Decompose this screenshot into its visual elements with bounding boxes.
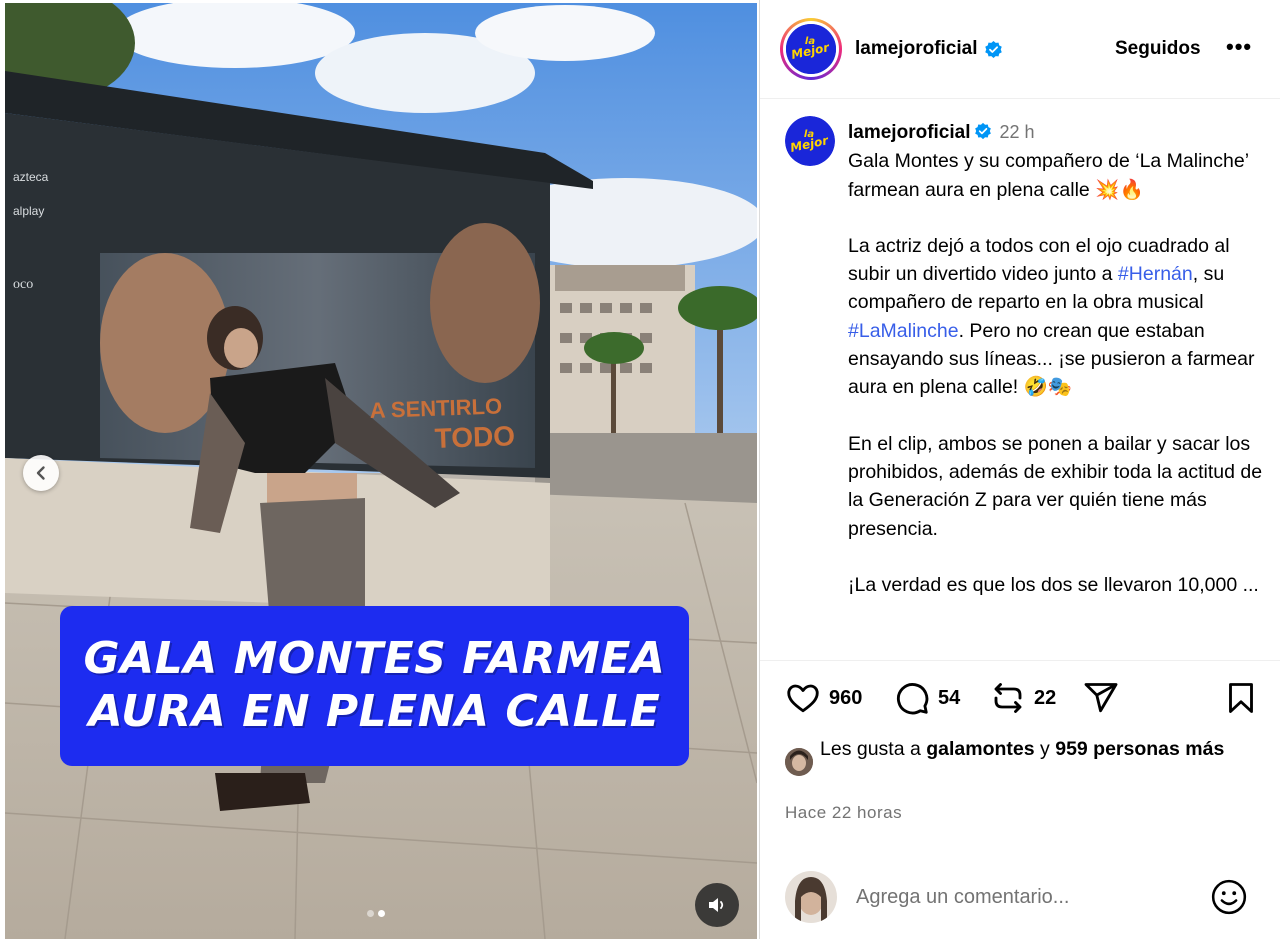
account-avatar[interactable]: la Mejor (780, 18, 842, 80)
brand-logo: la Mejor (786, 24, 836, 74)
video-caption-text: GALA MONTES FARMEA AURA EN PLENA CALLE (83, 633, 666, 737)
sign-text-3: oco (13, 277, 33, 292)
post-media[interactable]: azteca alplay oco A SENTIRLO TODO GALA M… (5, 3, 757, 939)
video-caption-banner: GALA MONTES FARMEA AURA EN PLENA CALLE (60, 606, 689, 766)
caption-paragraph-3: ¡La verdad es que los dos se llevaron 10… (848, 573, 1259, 596)
video-frame: azteca alplay oco A SENTIRLO TODO (5, 3, 757, 939)
action-bar: 960 54 22 (760, 680, 1280, 730)
share-button[interactable] (1083, 680, 1119, 716)
more-options-button[interactable]: ••• (1226, 34, 1252, 60)
hashtag-link[interactable]: #Hernán (1118, 263, 1193, 285)
speaker-icon (709, 898, 724, 912)
post-timestamp[interactable]: Hace 22 horas (785, 803, 902, 823)
likes-summary: Les gusta a galamontes y 959 personas má… (785, 735, 1275, 776)
previous-slide-button[interactable] (23, 455, 59, 491)
header-username[interactable]: lamejoroficial (855, 38, 978, 60)
caption-section: la Mejor lamejoroficial 22 h Gala Montes… (760, 100, 1280, 661)
caption-username[interactable]: lamejoroficial (848, 122, 971, 143)
poster-text-1: A SENTIRLO (369, 393, 502, 423)
comment-input[interactable] (856, 882, 1186, 912)
poster-text-2: TODO (434, 420, 515, 454)
carousel-dot-active (378, 910, 385, 917)
comment-count[interactable]: 54 (938, 687, 960, 710)
repost-icon (994, 683, 1022, 713)
like-button[interactable]: 960 (785, 680, 862, 716)
carousel-dot (367, 910, 374, 917)
save-button[interactable] (1223, 680, 1259, 716)
hashtag-link[interactable]: #LaMalinche (848, 320, 959, 342)
chevron-left-icon (36, 466, 45, 480)
comment-icon (896, 683, 929, 715)
caption-paragraph-2: En el clip, ambos se ponen a bailar y sa… (848, 432, 1263, 540)
heart-icon (787, 684, 819, 713)
sign-text-1: azteca (13, 170, 49, 184)
liker-avatar[interactable] (785, 748, 813, 776)
post-details-panel: la Mejor lamejoroficial Seguidos ••• la … (759, 0, 1280, 939)
verified-badge-icon (974, 122, 991, 140)
mute-toggle-button[interactable] (695, 883, 739, 927)
post-time[interactable]: 22 h (1000, 122, 1035, 142)
verified-badge-icon (984, 40, 1002, 58)
liker-username[interactable]: galamontes (926, 738, 1034, 760)
like-count[interactable]: 960 (829, 687, 862, 710)
caption-avatar[interactable]: la Mejor (785, 116, 835, 166)
smiley-icon (1211, 879, 1247, 915)
emoji-button[interactable] (1210, 878, 1248, 921)
following-button[interactable]: Seguidos (1115, 38, 1201, 60)
likes-mid: y (1034, 738, 1056, 760)
sign-text-2: alplay (13, 204, 44, 218)
post-header: la Mejor lamejoroficial Seguidos ••• (760, 0, 1280, 99)
likes-prefix: Les gusta a (820, 738, 927, 760)
carousel-dots (367, 910, 385, 917)
caption-text: lamejoroficial 22 h Gala Montes y su com… (848, 118, 1263, 599)
comment-button[interactable]: 54 (894, 680, 960, 716)
bookmark-icon (1229, 683, 1253, 713)
caption-paragraph-1: La actriz dejó a todos con el ojo cuadra… (848, 232, 1263, 402)
post-viewer: azteca alplay oco A SENTIRLO TODO GALA M… (0, 0, 1280, 939)
send-icon (1084, 683, 1118, 713)
repost-button[interactable]: 22 (990, 680, 1056, 716)
header-user: lamejoroficial (855, 38, 1003, 60)
likes-others-link[interactable]: 959 personas más (1055, 738, 1224, 760)
caption-lead: lamejoroficial 22 h Gala Montes y su com… (848, 118, 1263, 204)
caption-lead-text: Gala Montes y su compañero de ‘La Malinc… (848, 150, 1249, 201)
comment-composer (760, 856, 1280, 936)
repost-count[interactable]: 22 (1034, 687, 1056, 710)
current-user-avatar (785, 871, 837, 923)
